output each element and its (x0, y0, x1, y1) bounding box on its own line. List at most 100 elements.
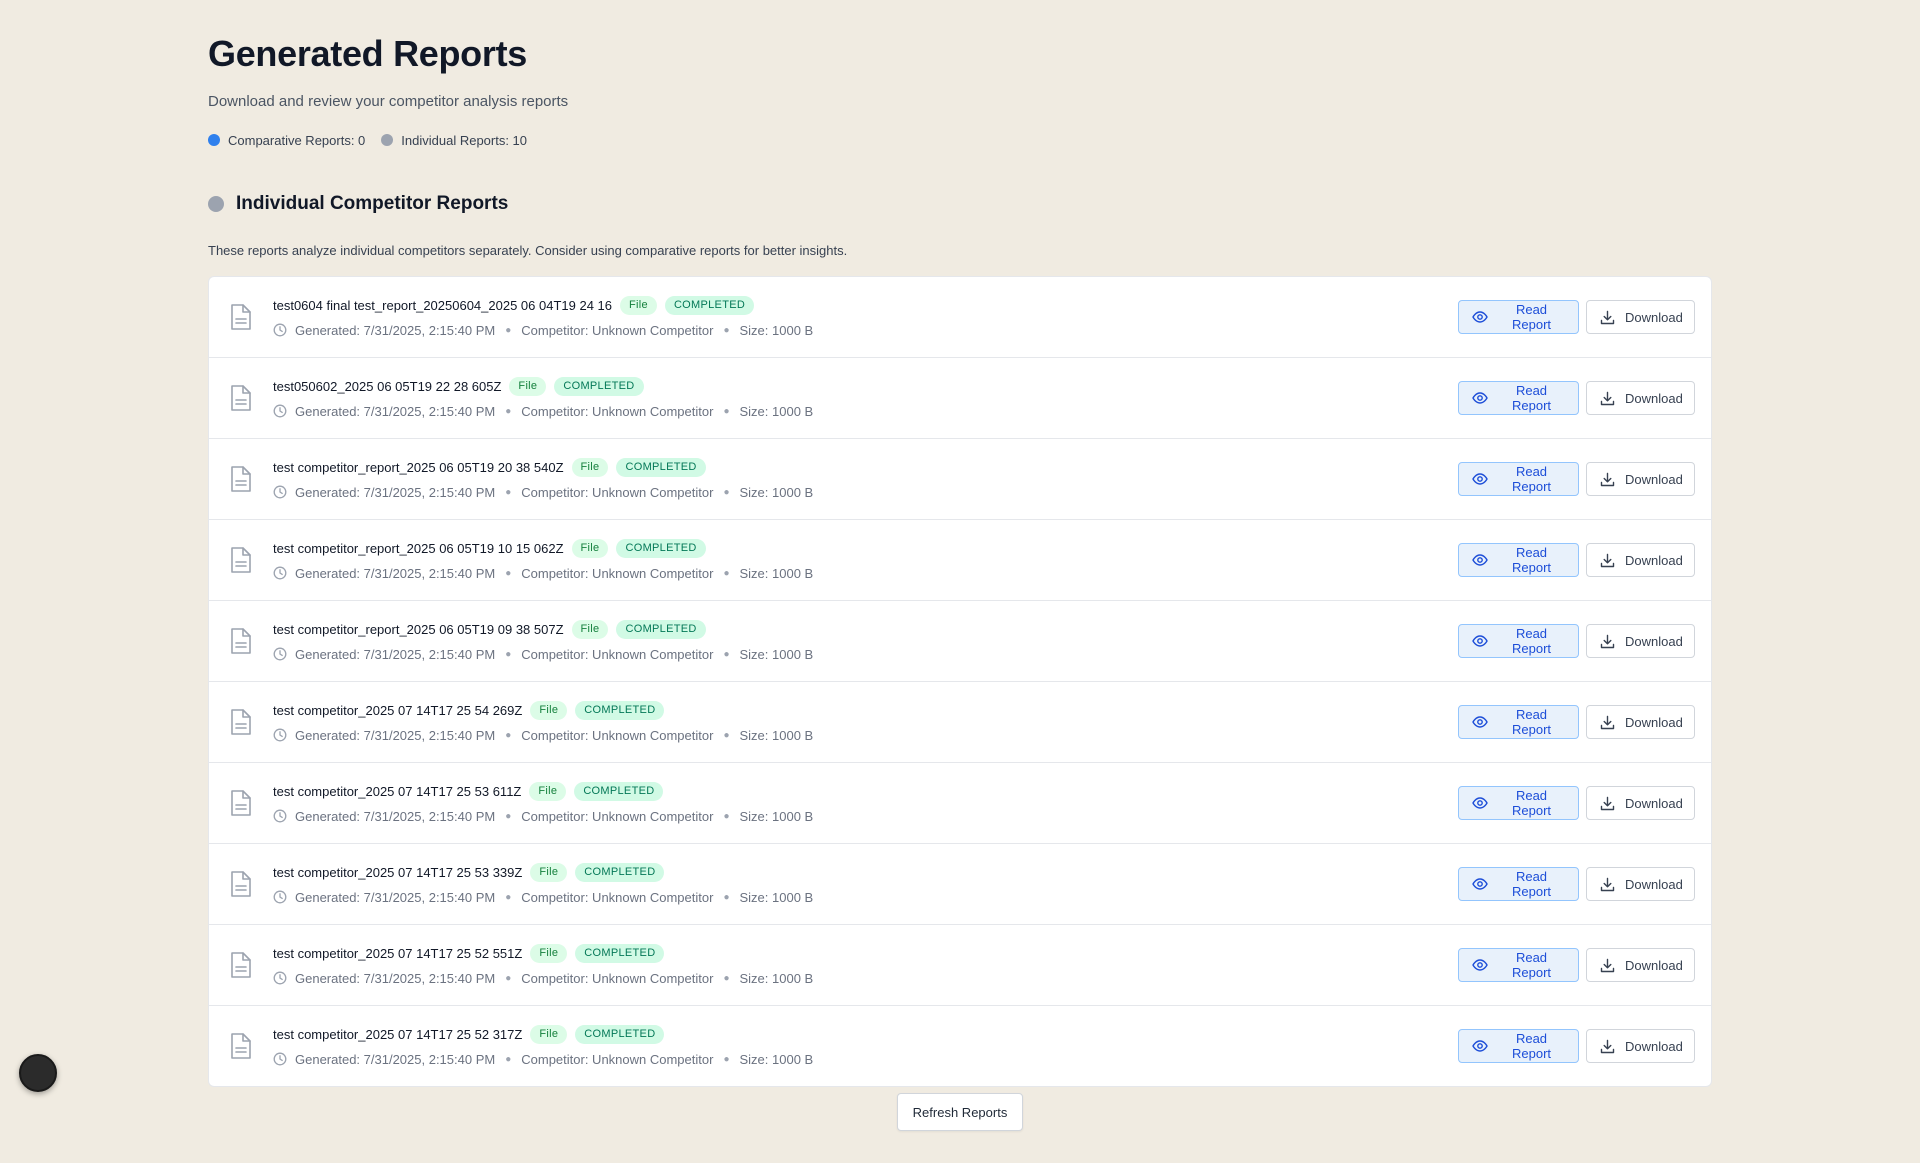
status-badge: COMPLETED (616, 619, 706, 639)
report-info: test competitor_report_2025 06 05T19 09 … (273, 619, 1458, 663)
report-title-line: test0604 final test_report_20250604_2025… (273, 295, 1458, 315)
refresh-container: Refresh Reports (0, 1093, 1920, 1131)
report-row: test competitor_2025 07 14T17 25 53 339Z… (209, 843, 1711, 924)
read-report-button[interactable]: Read Report (1458, 300, 1579, 334)
file-type-badge: File (620, 295, 657, 315)
download-button[interactable]: Download (1586, 867, 1695, 901)
individual-count: Individual Reports: 10 (381, 133, 527, 148)
report-actions: Read Report Download (1458, 786, 1695, 820)
download-button[interactable]: Download (1586, 381, 1695, 415)
file-type-badge: File (509, 376, 547, 396)
report-meta: Generated: 7/31/2025, 2:15:40 PM ● Compe… (273, 726, 1458, 744)
file-type-badge: File (529, 781, 567, 801)
competitor-name: Competitor: Unknown Competitor (521, 484, 714, 500)
status-badge: COMPLETED (574, 781, 664, 801)
report-title-line: test competitor_report_2025 06 05T19 10 … (273, 538, 1458, 558)
separator: ● (723, 486, 730, 498)
report-name: test competitor_report_2025 06 05T19 09 … (273, 621, 564, 637)
read-report-button[interactable]: Read Report (1458, 1029, 1579, 1063)
section-title: Individual Competitor Reports (236, 193, 509, 214)
main-content: Generated Reports Download and review yo… (208, 0, 1712, 1087)
file-text-icon (229, 951, 253, 979)
read-report-button[interactable]: Read Report (1458, 624, 1579, 658)
report-row: test0604 final test_report_20250604_2025… (209, 277, 1711, 357)
read-report-label: Read Report (1511, 950, 1552, 980)
download-label: Download (1625, 552, 1683, 568)
eye-icon (1472, 878, 1488, 890)
clock-icon (273, 566, 287, 580)
report-row: test competitor_2025 07 14T17 25 52 551Z… (209, 924, 1711, 1005)
report-info: test competitor_2025 07 14T17 25 53 339Z… (273, 862, 1458, 906)
read-report-button[interactable]: Read Report (1458, 786, 1579, 820)
separator: ● (723, 567, 730, 579)
report-name: test competitor_2025 07 14T17 25 52 317Z (273, 1026, 523, 1042)
download-button[interactable]: Download (1586, 948, 1695, 982)
report-info: test competitor_2025 07 14T17 25 52 551Z… (273, 943, 1458, 987)
refresh-reports-button[interactable]: Refresh Reports (897, 1093, 1023, 1131)
file-text-icon (229, 465, 253, 493)
separator: ● (723, 405, 730, 417)
read-report-label: Read Report (1511, 626, 1552, 656)
file-size: Size: 1000 B (739, 727, 814, 743)
file-size: Size: 1000 B (739, 808, 814, 824)
read-report-button[interactable]: Read Report (1458, 462, 1579, 496)
status-badge: COMPLETED (575, 862, 665, 882)
report-actions: Read Report Download (1458, 867, 1695, 901)
competitor-name: Competitor: Unknown Competitor (521, 403, 714, 419)
eye-icon (1472, 959, 1488, 971)
download-button[interactable]: Download (1586, 462, 1695, 496)
download-button[interactable]: Download (1586, 300, 1695, 334)
read-report-button[interactable]: Read Report (1458, 867, 1579, 901)
report-info: test050602_2025 06 05T19 22 28 605Z File… (273, 376, 1458, 420)
download-button[interactable]: Download (1586, 1029, 1695, 1063)
generated-date: Generated: 7/31/2025, 2:15:40 PM (295, 808, 496, 824)
report-meta: Generated: 7/31/2025, 2:15:40 PM ● Compe… (273, 645, 1458, 663)
competitor-name: Competitor: Unknown Competitor (521, 1051, 714, 1067)
report-actions: Read Report Download (1458, 381, 1695, 415)
generated-date: Generated: 7/31/2025, 2:15:40 PM (295, 565, 496, 581)
read-report-button[interactable]: Read Report (1458, 948, 1579, 982)
eye-icon (1472, 716, 1488, 728)
download-button[interactable]: Download (1586, 786, 1695, 820)
separator: ● (505, 810, 512, 822)
generated-date: Generated: 7/31/2025, 2:15:40 PM (295, 727, 496, 743)
report-info: test competitor_2025 07 14T17 25 53 611Z… (273, 781, 1458, 825)
separator: ● (505, 972, 512, 984)
eye-icon (1472, 1040, 1488, 1052)
generated-date: Generated: 7/31/2025, 2:15:40 PM (295, 970, 496, 986)
report-actions: Read Report Download (1458, 705, 1695, 739)
read-report-button[interactable]: Read Report (1458, 381, 1579, 415)
eye-icon (1472, 473, 1488, 485)
download-label: Download (1625, 633, 1683, 649)
competitor-name: Competitor: Unknown Competitor (521, 565, 714, 581)
read-report-button[interactable]: Read Report (1458, 543, 1579, 577)
download-button[interactable]: Download (1586, 624, 1695, 658)
report-name: test competitor_2025 07 14T17 25 52 551Z (273, 945, 523, 961)
separator: ● (505, 1053, 512, 1065)
download-icon (1600, 796, 1615, 810)
report-name: test competitor_2025 07 14T17 25 54 269Z (273, 702, 523, 718)
report-title-line: test050602_2025 06 05T19 22 28 605Z File… (273, 376, 1458, 396)
clock-icon (273, 404, 287, 418)
report-actions: Read Report Download (1458, 624, 1695, 658)
individual-dot-icon (381, 134, 394, 146)
read-report-label: Read Report (1511, 302, 1552, 332)
read-report-button[interactable]: Read Report (1458, 705, 1579, 739)
download-button[interactable]: Download (1586, 543, 1695, 577)
report-info: test competitor_report_2025 06 05T19 10 … (273, 538, 1458, 582)
report-name: test0604 final test_report_20250604_2025… (273, 297, 612, 313)
download-icon (1600, 310, 1615, 324)
download-icon (1600, 472, 1615, 486)
download-button[interactable]: Download (1586, 705, 1695, 739)
report-info: test0604 final test_report_20250604_2025… (273, 295, 1458, 339)
separator: ● (723, 729, 730, 741)
file-size: Size: 1000 B (739, 889, 814, 905)
report-row: test competitor_report_2025 06 05T19 20 … (209, 438, 1711, 519)
floating-action-button[interactable] (19, 1054, 57, 1092)
competitor-name: Competitor: Unknown Competitor (521, 889, 714, 905)
read-report-label: Read Report (1511, 383, 1552, 413)
report-info: test competitor_report_2025 06 05T19 20 … (273, 457, 1458, 501)
separator: ● (723, 972, 730, 984)
separator: ● (505, 891, 512, 903)
file-type-badge: File (530, 1024, 568, 1044)
